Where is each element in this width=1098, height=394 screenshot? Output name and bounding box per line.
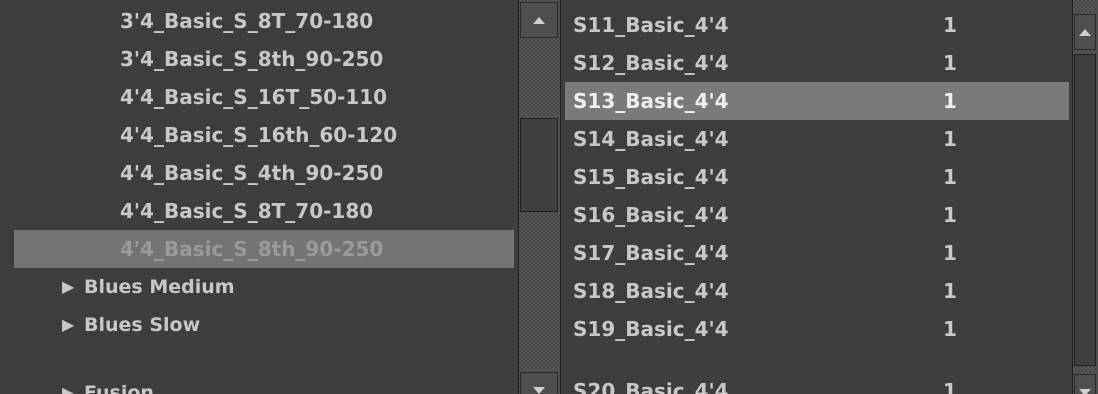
variation-count: 1 xyxy=(943,51,957,75)
left-list-scrollbar[interactable] xyxy=(518,0,560,394)
pattern-list-item[interactable]: 3'4_Basic_S_8T_70-180 xyxy=(14,2,514,40)
variation-count: 1 xyxy=(943,279,957,303)
expand-triangle-icon[interactable]: ▶ xyxy=(62,306,74,344)
folder-label: Blues Medium xyxy=(84,276,235,298)
variation-list-item[interactable]: S18_Basic_4'4 1 xyxy=(565,272,1069,310)
variation-list-panel: S11_Basic_4'4 1 S12_Basic_4'4 1 S13_Basic_… xyxy=(560,0,1073,394)
variation-list-item[interactable]: S16_Basic_4'4 1 xyxy=(565,196,1069,234)
pattern-list-panel: 3'4_Basic_S_8T_70-180 3'4_Basic_S_8th_90… xyxy=(0,0,519,394)
scroll-down-button[interactable] xyxy=(1074,374,1096,394)
variation-list-item-selected[interactable]: S13_Basic_4'4 1 xyxy=(565,82,1069,120)
scroll-down-arrow-icon xyxy=(1079,388,1091,394)
pattern-list-item[interactable]: 3'4_Basic_S_8th_90-250 xyxy=(14,40,514,78)
expand-triangle-icon[interactable]: ▶ xyxy=(62,374,74,394)
variation-count: 1 xyxy=(943,13,957,37)
variation-list-item[interactable]: S19_Basic_4'4 1 xyxy=(565,310,1069,348)
variation-list-item[interactable]: S15_Basic_4'4 1 xyxy=(565,158,1069,196)
pattern-label: 4'4_Basic_S_4th_90-250 xyxy=(120,161,384,185)
scroll-down-button[interactable] xyxy=(520,372,558,394)
variation-list-item[interactable]: S11_Basic_4'4 1 xyxy=(565,6,1069,44)
variation-list-item[interactable]: S12_Basic_4'4 1 xyxy=(565,44,1069,82)
folder-label: Fusion xyxy=(84,382,154,394)
variation-count: 1 xyxy=(943,241,957,265)
scroll-down-arrow-icon xyxy=(533,386,545,394)
pattern-list-item[interactable]: 4'4_Basic_S_16T_50-110 xyxy=(14,78,514,116)
folder-item-fusion[interactable]: ▶ Fusion xyxy=(0,374,500,394)
pattern-list-item[interactable]: 4'4_Basic_S_8T_70-180 xyxy=(14,192,514,230)
variation-name: S16_Basic_4'4 xyxy=(573,203,729,227)
variation-count: 1 xyxy=(943,89,957,113)
variation-list-item[interactable]: S17_Basic_4'4 1 xyxy=(565,234,1069,272)
pattern-label: 3'4_Basic_S_8th_90-250 xyxy=(120,47,384,71)
pattern-label: 4'4_Basic_S_16th_60-120 xyxy=(120,123,398,147)
scroll-up-button[interactable] xyxy=(520,2,558,38)
variation-name: S12_Basic_4'4 xyxy=(573,51,729,75)
scrollbar-thumb[interactable] xyxy=(520,118,558,212)
scrollbar-thumb[interactable] xyxy=(1074,54,1096,366)
variation-count: 1 xyxy=(943,379,957,394)
pattern-list-item-selected[interactable]: 4'4_Basic_S_8th_90-250 xyxy=(14,230,514,268)
pattern-list-item[interactable]: 4'4_Basic_S_16th_60-120 xyxy=(14,116,514,154)
pattern-label: 4'4_Basic_S_8th_90-250 xyxy=(120,237,384,261)
variation-name: S20_Basic_4'4 xyxy=(573,379,729,394)
variation-list-item[interactable]: S20_Basic_4'4 1 xyxy=(565,372,1069,394)
variation-count: 1 xyxy=(943,127,957,151)
pattern-label: 4'4_Basic_S_16T_50-110 xyxy=(120,85,388,109)
variation-name: S17_Basic_4'4 xyxy=(573,241,729,265)
scroll-up-arrow-icon xyxy=(533,16,545,24)
variation-count: 1 xyxy=(943,165,957,189)
variation-count: 1 xyxy=(943,203,957,227)
folder-label: Blues Slow xyxy=(84,314,201,336)
variation-name: S18_Basic_4'4 xyxy=(573,279,729,303)
variation-name: S19_Basic_4'4 xyxy=(573,317,729,341)
variation-name: S11_Basic_4'4 xyxy=(573,13,729,37)
variation-name: S14_Basic_4'4 xyxy=(573,127,729,151)
expand-triangle-icon[interactable]: ▶ xyxy=(62,268,74,306)
pattern-list-item[interactable]: 4'4_Basic_S_4th_90-250 xyxy=(14,154,514,192)
pattern-label: 3'4_Basic_S_8T_70-180 xyxy=(120,9,374,33)
folder-item-blues-medium[interactable]: ▶ Blues Medium xyxy=(0,268,500,306)
scroll-up-button[interactable] xyxy=(1074,14,1096,50)
variation-list-item[interactable]: S14_Basic_4'4 1 xyxy=(565,120,1069,158)
folder-item-blues-slow[interactable]: ▶ Blues Slow xyxy=(0,306,500,344)
scroll-up-arrow-icon xyxy=(1079,28,1091,36)
right-list-scrollbar[interactable] xyxy=(1072,0,1098,394)
variation-count: 1 xyxy=(943,317,957,341)
pattern-label: 4'4_Basic_S_8T_70-180 xyxy=(120,199,374,223)
variation-name: S15_Basic_4'4 xyxy=(573,165,729,189)
variation-name: S13_Basic_4'4 xyxy=(573,89,729,113)
